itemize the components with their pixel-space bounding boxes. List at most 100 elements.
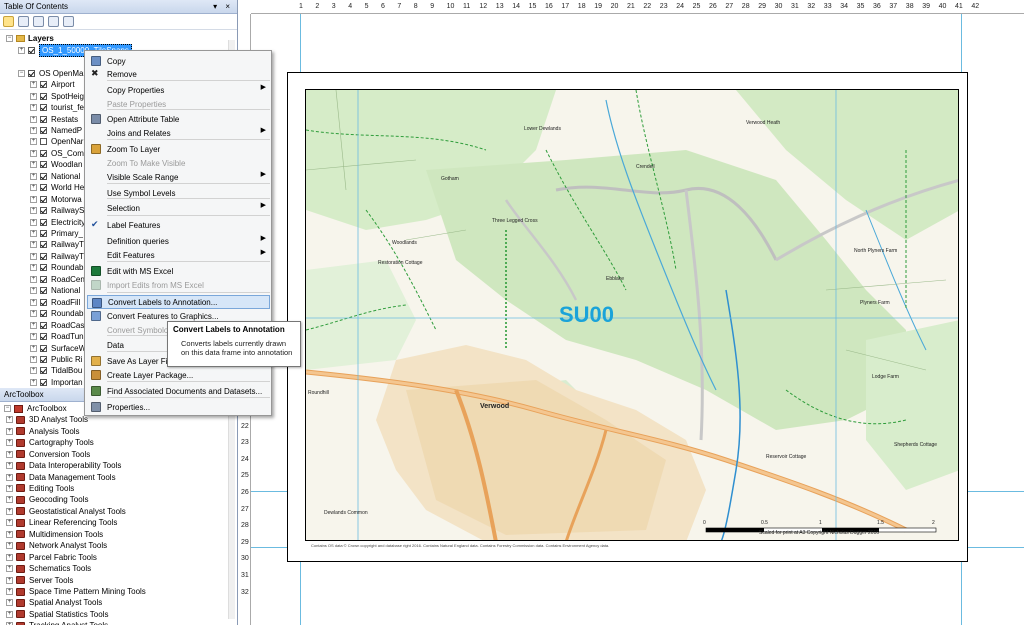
layer-visibility-checkbox[interactable] [40,172,47,180]
toc-layer-label[interactable]: RoadCen [51,274,85,285]
expand-icon[interactable]: + [30,138,37,146]
toc-layer-label[interactable]: RailwayT [51,239,84,250]
toc-layer-row[interactable]: + RailwayT [30,251,84,262]
toolbox-item[interactable]: + Server Tools [6,574,73,586]
toolbox-item-label[interactable]: Space Time Pattern Mining Tools [29,587,146,596]
layer-visibility-checkbox[interactable] [40,104,47,112]
expand-icon[interactable]: + [6,599,13,607]
toc-layer-row[interactable]: + Primary_ [30,228,83,239]
toolbox-item-label[interactable]: 3D Analyst Tools [29,415,88,424]
expand-icon[interactable]: + [30,218,37,226]
toc-layer-row[interactable]: + RoadCas [30,319,84,330]
toolbox-item-label[interactable]: Linear Referencing Tools [29,518,117,527]
toc-layer-label[interactable]: SpotHeig [51,91,84,102]
expand-icon[interactable]: + [6,542,13,550]
toc-layer-row[interactable]: + OpenNar [30,136,83,147]
layer-visibility-checkbox[interactable] [40,367,47,375]
toc-layer-label[interactable]: Public Ri [51,354,83,365]
expand-icon[interactable]: + [30,149,37,157]
toc-layer-label[interactable]: RailwaySt [51,205,87,216]
menu-item-convert-labels-to-annotation[interactable]: Convert Labels to Annotation... [87,295,270,309]
toolbox-item-label[interactable]: Parcel Fabric Tools [29,553,97,562]
toolbox-item-label[interactable]: Network Analyst Tools [29,541,107,550]
expand-icon[interactable]: + [6,565,13,573]
toc-layer-row[interactable]: + RoadFill [30,297,80,308]
list-by-visibility-icon[interactable] [33,16,44,27]
toc-layer-row[interactable]: + Restats [30,113,78,124]
list-by-source-icon[interactable] [18,16,29,27]
layer-visibility-checkbox[interactable] [40,81,47,89]
expand-icon[interactable]: + [30,252,37,260]
toc-layer-row[interactable]: + Electricity [30,216,85,227]
toolbox-item-label[interactable]: Geostatistical Analyst Tools [29,507,126,516]
expand-icon[interactable]: + [6,462,13,470]
toc-layer-label[interactable]: Restats [51,114,78,125]
menu-item-copy[interactable]: Copy [87,54,270,68]
toc-window-controls[interactable]: ▾ × [213,0,233,14]
expand-icon[interactable]: + [30,126,37,134]
toc-layer-label[interactable]: National [51,171,80,182]
toolbox-item[interactable]: + Data Interoperability Tools [6,460,121,472]
toc-layer-row[interactable]: + Importan [30,377,83,388]
expand-icon[interactable]: + [30,184,37,192]
layer-visibility-checkbox[interactable] [40,218,47,226]
menu-item-zoom-to-layer[interactable]: Zoom To Layer [87,142,270,156]
menu-item-import-edits-from-ms-excel[interactable]: Import Edits from MS Excel [87,278,270,292]
expand-icon[interactable]: + [6,416,13,424]
layer-visibility-checkbox[interactable] [40,333,47,341]
group-layer-label[interactable]: OS OpenMap [39,68,88,79]
toolbox-item-label[interactable]: Server Tools [29,576,73,585]
toc-layer-label[interactable]: NamedP [51,125,82,136]
toc-layer-row[interactable]: + World He [30,182,84,193]
expand-icon[interactable]: + [30,92,37,100]
arctoolbox-root[interactable]: − ArcToolbox [4,403,67,415]
expand-icon[interactable]: + [6,530,13,538]
menu-item-selection[interactable]: Selection ▶ [87,201,270,215]
toc-layer-row[interactable]: + RailwaySt [30,205,87,216]
toolbox-item-label[interactable]: Tracking Analyst Tools [29,621,108,625]
layer-visibility-checkbox[interactable] [40,275,47,283]
expand-icon[interactable]: + [30,355,37,363]
menu-item-paste-properties[interactable]: Paste Properties [87,97,270,111]
toc-layer-row[interactable]: + National [30,285,80,296]
toc-layer-label[interactable]: Woodlan [51,159,82,170]
layer-visibility-checkbox[interactable] [40,264,47,272]
layer-visibility-checkbox[interactable] [40,138,47,146]
toolbox-item[interactable]: + Conversion Tools [6,448,90,460]
layer-visibility-checkbox[interactable] [40,184,47,192]
layout-view[interactable]: 1 2 3 4 5 6 7 8 9 10 11 12 13 14 15 16 17 18 19 20 21 22 23 24 2… [239,0,1024,625]
expand-icon[interactable]: + [30,298,37,306]
expand-icon[interactable]: + [6,484,13,492]
toc-layer-row[interactable]: + RoadCen [30,274,85,285]
collapse-icon[interactable]: − [18,70,25,78]
layer-visibility-checkbox[interactable] [40,161,47,169]
expand-icon[interactable]: + [30,241,37,249]
toc-layer-label[interactable]: TidalBou [51,365,82,376]
toc-layer-label[interactable]: RoadFill [51,297,80,308]
menu-item-joins-and-relates[interactable]: Joins and Relates ▶ [87,126,270,140]
toolbox-item-label[interactable]: Spatial Analyst Tools [29,598,102,607]
toc-layer-label[interactable]: OpenNar [51,136,83,147]
expand-icon[interactable]: + [6,553,13,561]
expand-icon[interactable]: + [30,115,37,123]
layer-visibility-checkbox[interactable] [40,378,47,386]
toolbox-item-label[interactable]: Schematics Tools [29,564,91,573]
expand-icon[interactable]: + [6,519,13,527]
toc-layer-row[interactable]: + RoadTun [30,331,84,342]
toc-layer-label[interactable]: Roundab [51,262,83,273]
menu-item-properties[interactable]: Properties... [87,400,270,414]
toolbox-item[interactable]: + Schematics Tools [6,563,91,575]
toolbox-item[interactable]: + Data Management Tools [6,471,116,483]
expand-icon[interactable]: + [30,81,37,89]
expand-icon[interactable]: + [30,333,37,341]
toc-layer-label[interactable]: SurfaceW [51,343,86,354]
toc-layer-label[interactable]: Importan [51,377,83,388]
layers-root[interactable]: − Layers [6,33,54,44]
expand-icon[interactable]: + [6,588,13,595]
layer-visibility-checkbox[interactable] [40,126,47,134]
toolbox-item-label[interactable]: Cartography Tools [29,438,94,447]
toc-layer-label[interactable]: National [51,285,80,296]
expand-icon[interactable]: + [6,496,13,504]
toolbox-item-label[interactable]: Editing Tools [29,484,74,493]
layer-visibility-checkbox[interactable] [40,92,47,100]
